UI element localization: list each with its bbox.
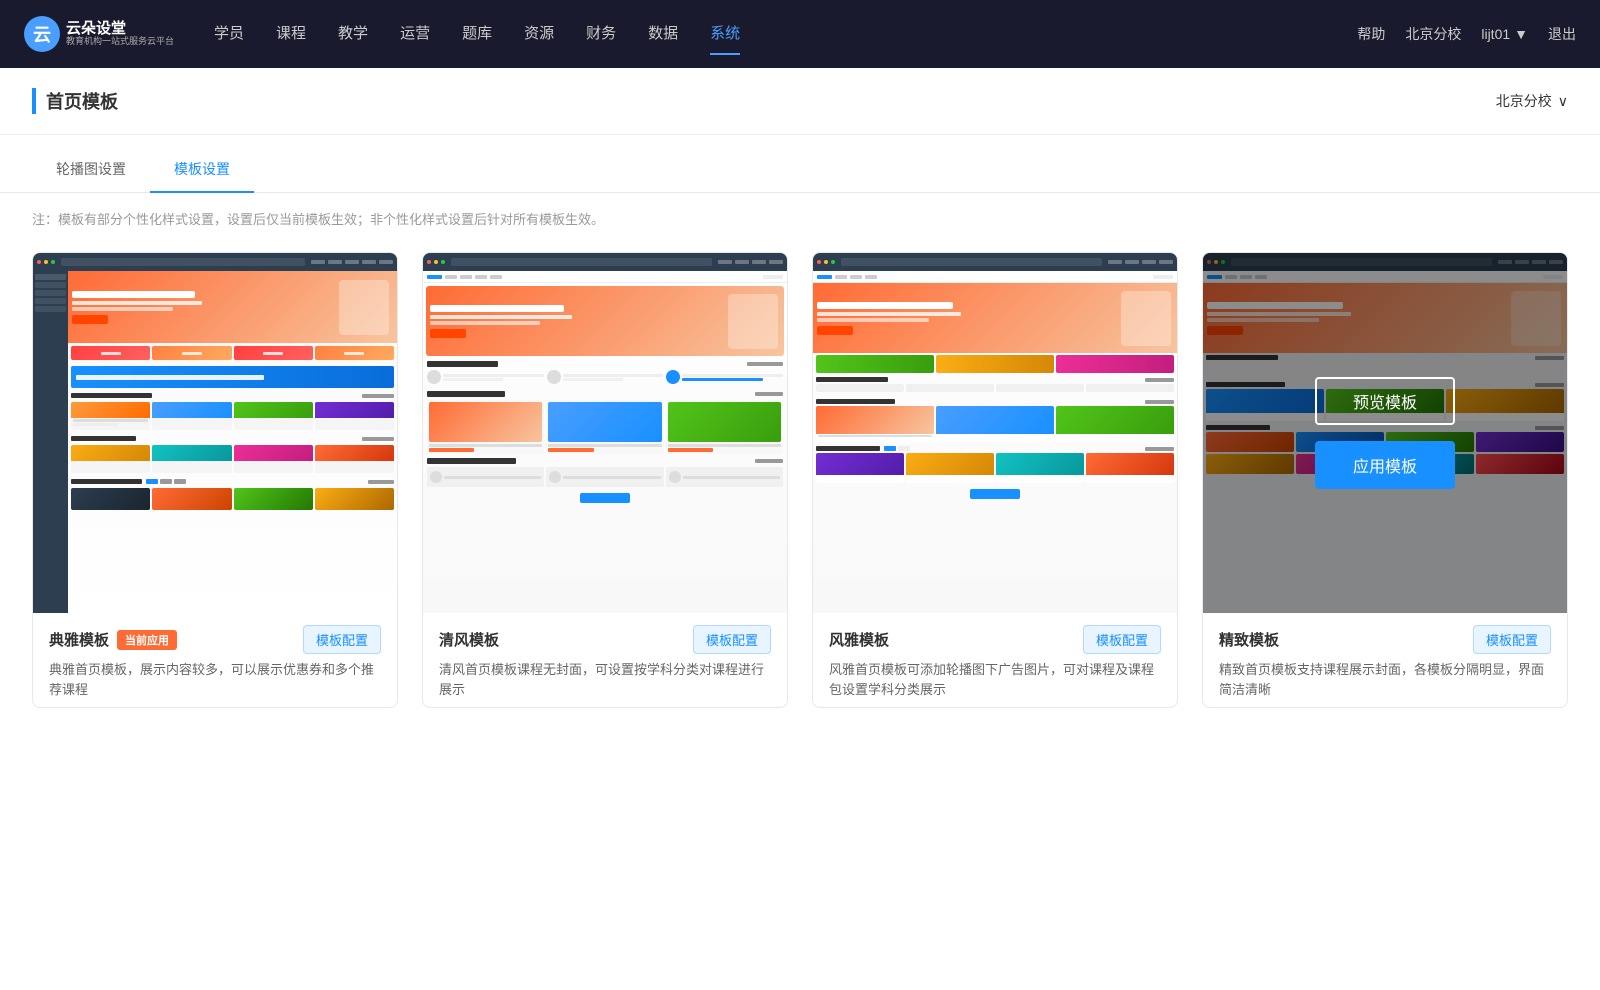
nav-item-jiaoxue[interactable]: 教学 [338,22,368,47]
card-footer-jingzhi: 精致模板 模板配置 精致首页模板支持课程展示封面，各模板分隔明显，界面简洁清晰 [1203,613,1567,707]
logo-icon: 云 [24,16,60,52]
chevron-down-icon: ∨ [1558,93,1568,110]
card-name-dianyan: 典雅模板 当前应用 [49,629,177,650]
card-title-row-fengya: 风雅模板 模板配置 [829,625,1161,654]
nav-item-xueyuan[interactable]: 学员 [214,22,244,47]
card-desc-dianyan: 典雅首页模板，展示内容较多，可以展示优惠券和多个推荐课程 [49,660,381,699]
branch-label: 北京分校 [1496,91,1552,111]
card-title-row-dianyan: 典雅模板 当前应用 模板配置 [49,625,381,654]
note-text: 注：模板有部分个性化样式设置，设置后仅当前模板生效；非个性化样式设置后针对所有模… [0,193,1600,244]
nav-item-caiwu[interactable]: 财务 [586,22,616,47]
logo-sub: 教育机构一站式服务云平台 [66,37,174,47]
card-footer-fengya: 风雅模板 模板配置 风雅首页模板可添加轮播图下广告图片，可对课程及课程包设置学科… [813,613,1177,707]
apply-button-jingzhi[interactable]: 应用模板 [1315,441,1455,489]
tab-lunbotu[interactable]: 轮播图设置 [32,147,150,193]
page-title: 首页模板 [32,88,118,114]
card-title-row-jingzhi: 精致模板 模板配置 [1219,625,1551,654]
nav-item-ziyuan[interactable]: 资源 [524,22,554,47]
nav-right: 帮助 北京分校 lijt01 ▼ 退出 [1357,24,1576,44]
template-preview-fengya [813,253,1177,613]
card-desc-qingfeng: 清风首页模板课程无封面，可设置按学科分类对课程进行展示 [439,660,771,699]
user-menu[interactable]: lijt01 ▼ [1481,26,1528,42]
tab-moban[interactable]: 模板设置 [150,147,254,193]
branch-link[interactable]: 北京分校 [1405,24,1461,44]
nav-item-shuju[interactable]: 数据 [648,22,678,47]
preview-button-jingzhi[interactable]: 预览模板 [1315,377,1455,425]
card-desc-fengya: 风雅首页模板可添加轮播图下广告图片，可对课程及课程包设置学科分类展示 [829,660,1161,699]
card-name-jingzhi: 精致模板 [1219,629,1279,650]
nav-item-yunying[interactable]: 运营 [400,22,430,47]
card-footer-dianyan: 典雅模板 当前应用 模板配置 典雅首页模板，展示内容较多，可以展示优惠券和多个推… [33,613,397,707]
navbar: 云 云朵设堂 教育机构一站式服务云平台 学员 课程 教学 运营 题库 资源 财务… [0,0,1600,68]
logo-text: 云朵设堂 教育机构一站式服务云平台 [66,21,174,47]
config-button-jingzhi[interactable]: 模板配置 [1473,625,1551,654]
card-desc-jingzhi: 精致首页模板支持课程展示封面，各模板分隔明显，界面简洁清晰 [1219,660,1551,699]
template-grid: 典雅模板 当前应用 模板配置 典雅首页模板，展示内容较多，可以展示优惠券和多个推… [0,244,1600,748]
template-card-dianyan: 典雅模板 当前应用 模板配置 典雅首页模板，展示内容较多，可以展示优惠券和多个推… [32,252,398,708]
template-overlay-jingzhi: 预览模板 应用模板 [1203,253,1567,613]
template-card-fengya: 风雅模板 模板配置 风雅首页模板可添加轮播图下广告图片，可对课程及课程包设置学科… [812,252,1178,708]
chevron-down-icon: ▼ [1514,26,1528,42]
nav-items: 学员 课程 教学 运营 题库 资源 财务 数据 系统 [214,22,1357,47]
nav-item-kecheng[interactable]: 课程 [276,22,306,47]
mock-browser-fengya [813,253,1177,613]
config-button-fengya[interactable]: 模板配置 [1083,625,1161,654]
template-preview-qingfeng [423,253,787,613]
template-card-jingzhi: 预览模板 应用模板 精致模板 模板配置 精致首页模板支持课程展示封面，各模板分隔… [1202,252,1568,708]
username: lijt01 [1481,26,1510,42]
config-button-qingfeng[interactable]: 模板配置 [693,625,771,654]
config-button-dianyan[interactable]: 模板配置 [303,625,381,654]
logo[interactable]: 云 云朵设堂 教育机构一站式服务云平台 [24,16,174,52]
current-badge: 当前应用 [117,630,177,650]
card-name-fengya: 风雅模板 [829,629,889,650]
tabs-bar: 轮播图设置 模板设置 [0,147,1600,193]
template-card-qingfeng: 清风模板 模板配置 清风首页模板课程无封面，可设置按学科分类对课程进行展示 [422,252,788,708]
template-preview-dianyan [33,253,397,613]
nav-item-xitong[interactable]: 系统 [710,22,740,47]
template-preview-jingzhi: 预览模板 应用模板 [1203,253,1567,613]
logo-name: 云朵设堂 [66,21,174,38]
card-footer-qingfeng: 清风模板 模板配置 清风首页模板课程无封面，可设置按学科分类对课程进行展示 [423,613,787,707]
page-header: 首页模板 北京分校 ∨ [0,68,1600,135]
card-name-qingfeng: 清风模板 [439,629,499,650]
nav-item-tiku[interactable]: 题库 [462,22,492,47]
branch-selector[interactable]: 北京分校 ∨ [1496,91,1568,111]
mock-browser-qingfeng [423,253,787,613]
help-link[interactable]: 帮助 [1357,24,1385,44]
mock-browser-dianyan [33,253,397,613]
logout-button[interactable]: 退出 [1548,24,1576,44]
card-title-row-qingfeng: 清风模板 模板配置 [439,625,771,654]
page-content: 首页模板 北京分校 ∨ 轮播图设置 模板设置 注：模板有部分个性化样式设置，设置… [0,68,1600,990]
